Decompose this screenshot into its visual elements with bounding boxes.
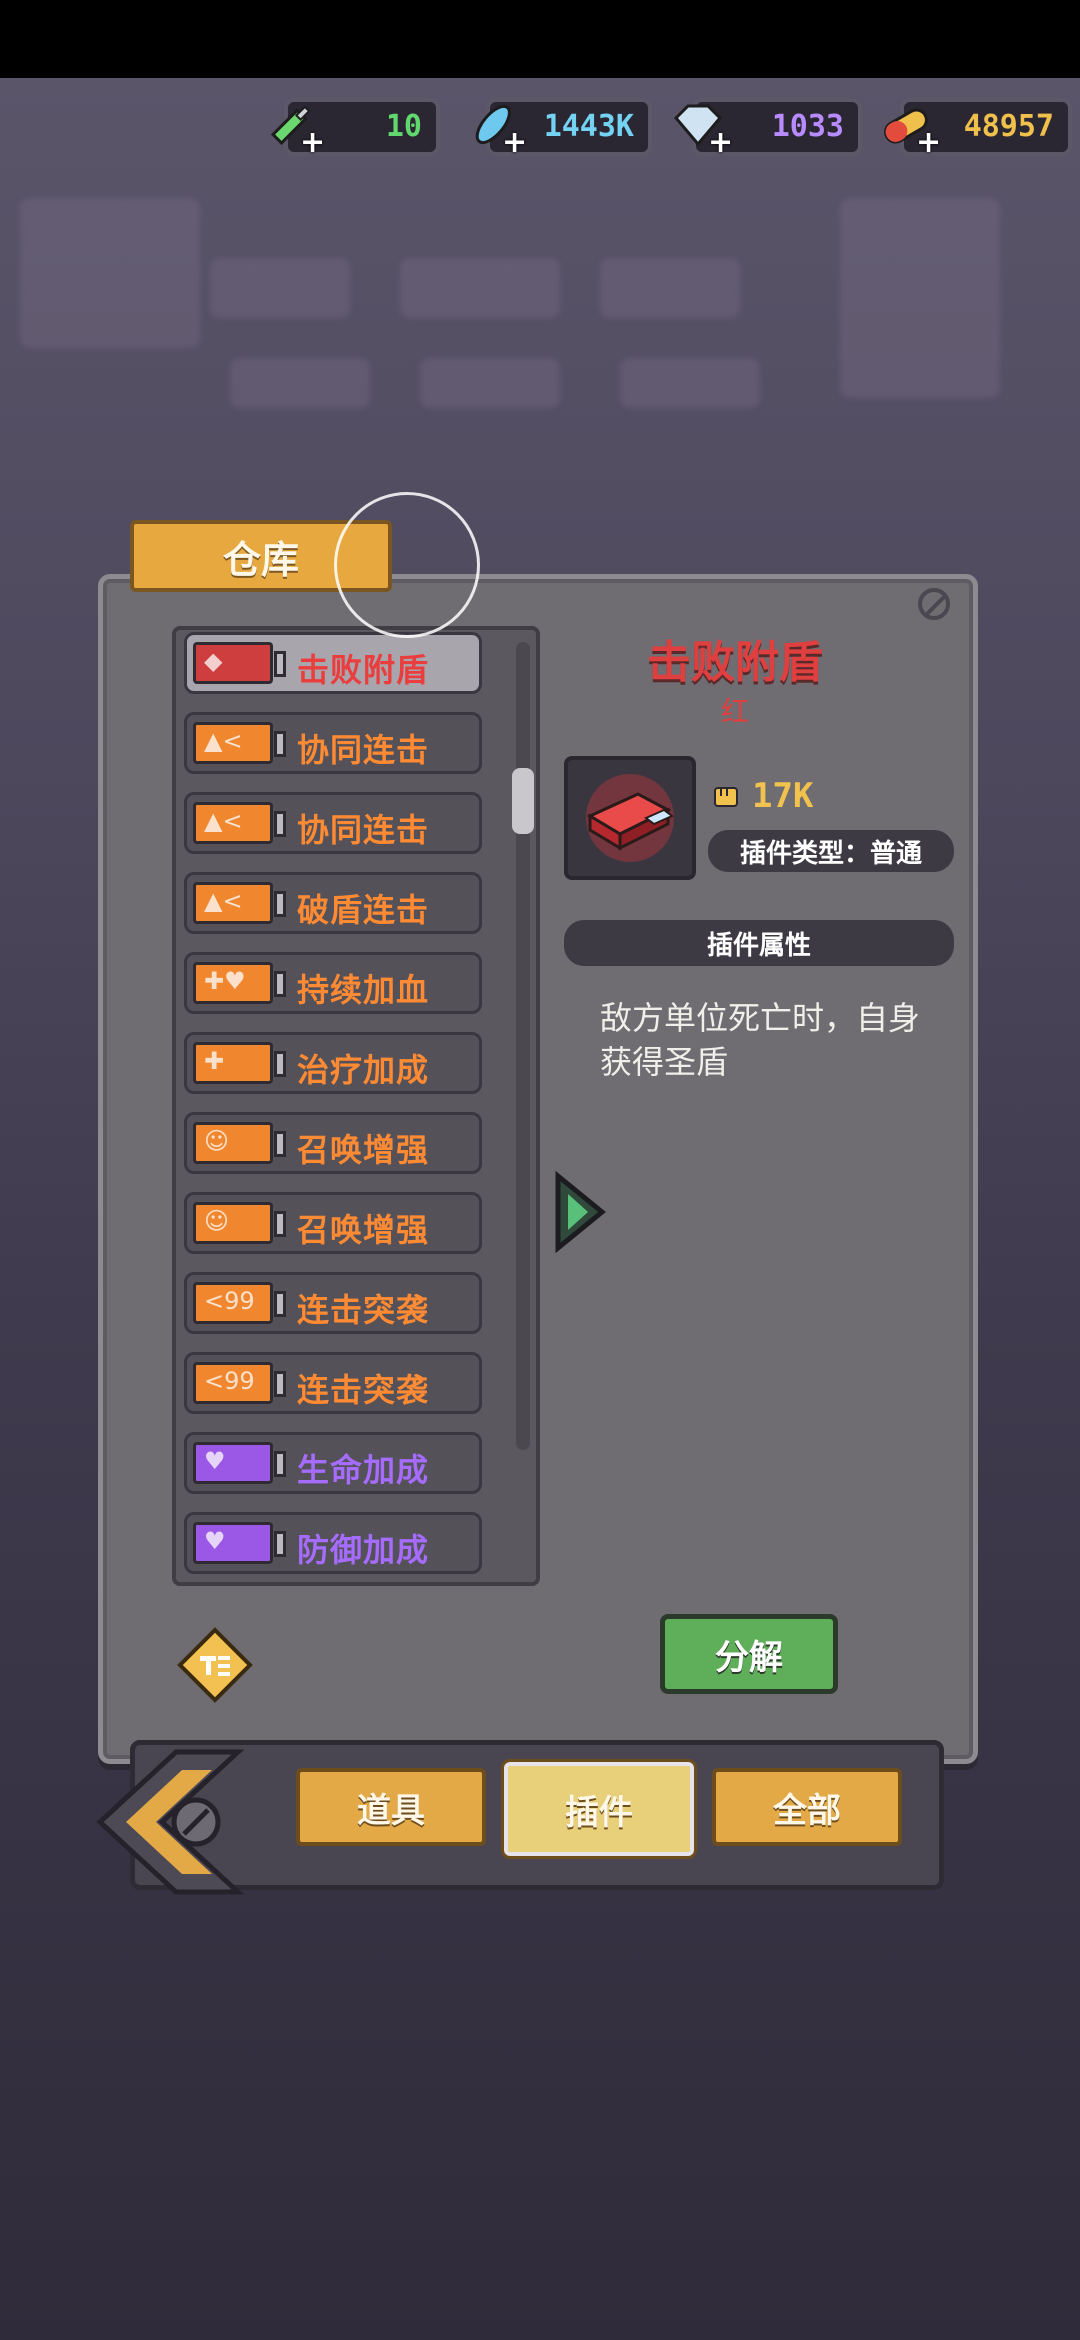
back-arrow-icon[interactable] [96, 1748, 246, 1896]
red-plugin-chip-icon [586, 774, 674, 862]
item-name: 生命加成 [297, 1451, 430, 1489]
plugin-chip-icon: <99 [193, 1362, 286, 1404]
plugin-chip-icon: ♥ [193, 1442, 286, 1484]
plugin-chip-icon: ▲< [193, 882, 286, 924]
status-bar [0, 0, 1080, 78]
tab-all[interactable]: 全部 [712, 1768, 902, 1846]
item-name: 击败附盾 [297, 651, 430, 689]
currency-energy[interactable]: + 10 [270, 98, 440, 160]
scrollbar-thumb[interactable] [512, 768, 534, 834]
filter-sort-icon[interactable] [176, 1626, 254, 1704]
item-name: 连击突袭 [297, 1291, 430, 1329]
list-item[interactable]: ▲< 破盾连击 [184, 872, 482, 934]
list-item[interactable]: ♥ 防御加成 [184, 1512, 482, 1574]
add-icon[interactable]: + [708, 125, 733, 160]
list-item[interactable]: ♥ 生命加成 [184, 1432, 482, 1494]
tab-items[interactable]: 道具 [296, 1768, 486, 1846]
list-item[interactable]: ☺ 召唤增强 [184, 1192, 482, 1254]
list-item[interactable]: ☺ 召唤增强 [184, 1112, 482, 1174]
item-name: 治疗加成 [297, 1051, 430, 1089]
fist-icon [714, 787, 738, 807]
currency-value: 1443K [543, 109, 634, 144]
currency-value: 10 [385, 109, 422, 144]
add-icon[interactable]: + [300, 125, 325, 160]
detail-rarity: 红 [720, 695, 749, 728]
plugin-chip-icon: ☺ [193, 1122, 286, 1164]
currency-value: 48957 [963, 109, 1054, 144]
close-icon[interactable] [918, 588, 950, 620]
item-name: 召唤增强 [297, 1211, 430, 1249]
plugin-chip-icon: ✚ [193, 1042, 286, 1084]
plugin-type: 插件类型：普通 [708, 830, 954, 872]
attributes-header: 插件属性 [564, 920, 954, 966]
currency-pill[interactable]: + 48957 [884, 98, 1072, 160]
item-name: 协同连击 [297, 731, 430, 769]
item-name: 持续加血 [297, 971, 430, 1009]
plugin-chip-icon: ✚♥ [193, 962, 286, 1004]
tab-plugins[interactable]: 插件 [504, 1762, 694, 1856]
detail-title: 击败附盾 [647, 637, 823, 688]
list-item[interactable]: ◆ 击败附盾 [184, 632, 482, 694]
item-name: 协同连击 [297, 811, 430, 849]
plugin-description: 敌方单位死亡时，自身获得圣盾 [600, 999, 921, 1081]
item-name: 破盾连击 [297, 891, 430, 929]
plugin-chip-icon: <99 [193, 1282, 286, 1324]
plugin-chip-icon: ☺ [193, 1202, 286, 1244]
item-name: 防御加成 [297, 1531, 430, 1569]
expand-arrow-icon[interactable] [552, 1170, 608, 1254]
plugin-chip-icon: ▲< [193, 802, 286, 844]
plugin-chip-icon: ▲< [193, 722, 286, 764]
list-item[interactable]: ▲< 协同连击 [184, 792, 482, 854]
item-preview [564, 756, 696, 880]
list-item[interactable]: ✚ 治疗加成 [184, 1032, 482, 1094]
currency-diamond[interactable]: + 1033 [673, 98, 862, 160]
list-item[interactable]: <99 连击突袭 [184, 1352, 482, 1414]
list-item[interactable]: ✚♥ 持续加血 [184, 952, 482, 1014]
currency-value: 1033 [771, 109, 844, 144]
list-item[interactable]: ▲< 协同连击 [184, 712, 482, 774]
item-name: 召唤增强 [297, 1131, 430, 1169]
power-value: 17K [752, 776, 814, 816]
touch-indicator [334, 492, 480, 638]
decompose-button[interactable]: 分解 [660, 1614, 838, 1694]
plugin-chip-icon: ◆ [193, 642, 286, 684]
add-icon[interactable]: + [502, 125, 527, 160]
scrollbar[interactable] [516, 642, 530, 1450]
list-item[interactable]: <99 连击突袭 [184, 1272, 482, 1334]
plugin-chip-icon: ♥ [193, 1522, 286, 1564]
item-name: 连击突袭 [297, 1371, 430, 1409]
currency-feather[interactable]: + 1443K [475, 98, 652, 160]
add-icon[interactable]: + [916, 125, 941, 160]
